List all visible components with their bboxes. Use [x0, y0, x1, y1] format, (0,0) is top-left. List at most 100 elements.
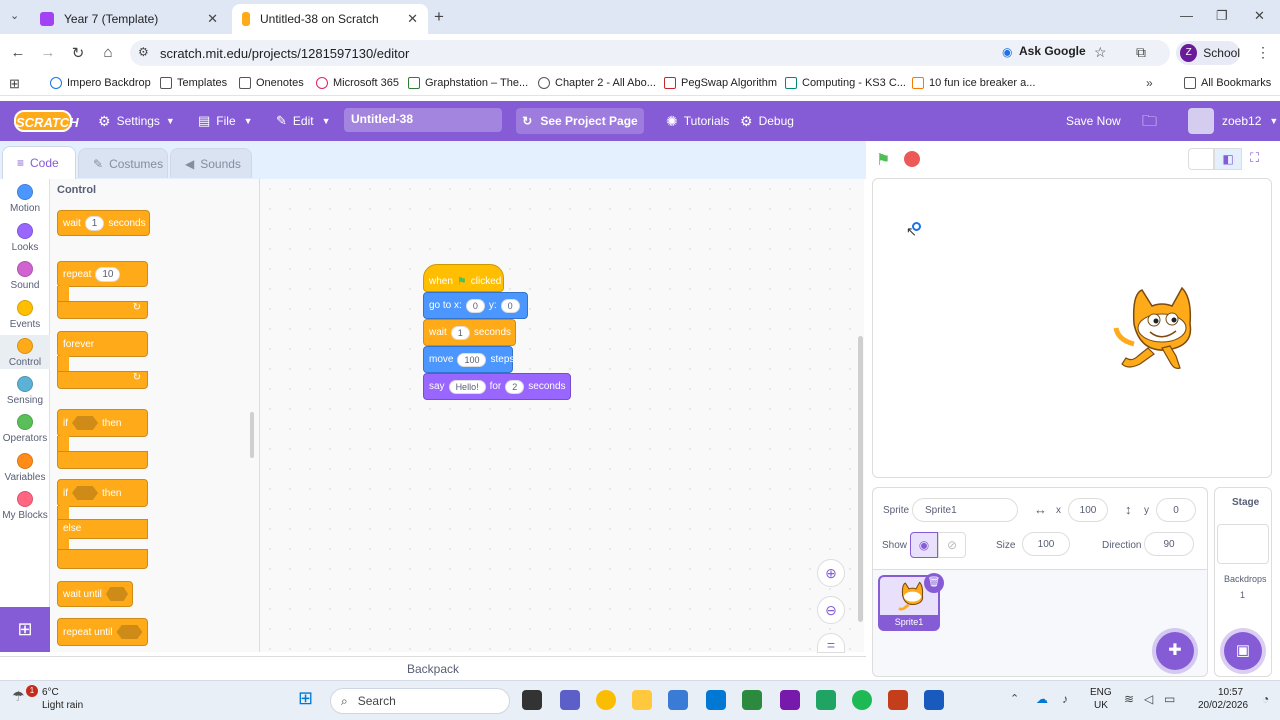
cloud-icon[interactable]: ☁ [1036, 692, 1048, 706]
project-title-input[interactable]: Untitled-38 [344, 108, 502, 132]
home-icon[interactable]: ⌂ [98, 44, 118, 61]
zoom-in-button[interactable]: ⊕ [817, 559, 845, 587]
category-sound[interactable]: Sound [0, 261, 50, 291]
steps-input[interactable]: 100 [457, 352, 487, 367]
chevron-up-icon[interactable]: ⌃ [1010, 692, 1019, 705]
scratch-cat-sprite[interactable] [1112, 284, 1198, 374]
windows-start-icon[interactable]: ⊞ [298, 688, 313, 709]
tab-costumes[interactable]: ✎ Costumes [78, 148, 168, 178]
category-sensing[interactable]: Sensing [0, 376, 50, 406]
seconds-input[interactable]: 2 [505, 379, 525, 394]
bookmark-item[interactable]: Onenotes [239, 77, 304, 89]
bookmark-item[interactable]: PegSwap Algorithm [664, 77, 777, 89]
back-icon[interactable]: ← [8, 44, 28, 61]
word-icon[interactable] [924, 690, 944, 710]
mic-icon[interactable]: ♪ [1062, 692, 1068, 706]
large-stage-icon[interactable]: ◧ [1214, 148, 1242, 170]
bookmark-item[interactable]: Graphstation – The... [408, 77, 528, 89]
tab-search-icon[interactable]: ⌄ [10, 9, 19, 22]
palette-if-else-block[interactable]: if then [57, 479, 148, 507]
wait-block[interactable]: wait 1 seconds [423, 319, 516, 346]
bell-icon[interactable]: ◔ [1262, 692, 1269, 706]
taskbar-search[interactable]: ⌕ Search [330, 688, 510, 714]
outlook-icon[interactable] [706, 690, 726, 710]
ask-google-button[interactable]: Ask Google [1019, 44, 1086, 58]
category-operators[interactable]: Operators [0, 414, 50, 444]
small-stage-icon[interactable] [1188, 148, 1214, 170]
address-bar[interactable]: ⚙ scratch.mit.edu/projects/1281597130/ed… [130, 40, 1170, 66]
when-flag-clicked-block[interactable]: when ⚑ clicked [423, 264, 504, 292]
tab-code[interactable]: ≡ Code [2, 146, 76, 179]
show-visible-button[interactable]: ◉ [910, 532, 938, 558]
category-events[interactable]: Events [0, 300, 50, 330]
palette-if-block[interactable]: if then [57, 409, 148, 437]
task-view-icon[interactable] [522, 690, 542, 710]
more-icon[interactable]: ⋮ [1256, 44, 1270, 61]
window-close-icon[interactable]: ✕ [1254, 8, 1265, 24]
palette-wait-until-block[interactable]: wait until [57, 581, 133, 607]
bookmark-item[interactable]: Chapter 2 - All Abo... [538, 77, 656, 89]
say-for-block[interactable]: say Hello! for 2 seconds [423, 373, 571, 400]
star-icon[interactable]: ☆ [1094, 44, 1107, 61]
settings-menu[interactable]: ⚙ Settings ▼ [98, 101, 175, 141]
forward-icon[interactable]: → [38, 44, 58, 61]
chevron-right-icon[interactable]: » [1146, 76, 1153, 90]
bookmark-item[interactable]: Computing - KS3 C... [785, 77, 906, 89]
x-input[interactable]: 100 [1068, 498, 1108, 522]
bookmark-item[interactable]: Templates [160, 77, 227, 89]
category-looks[interactable]: Looks [0, 223, 50, 253]
category-motion[interactable]: Motion [0, 184, 50, 214]
minimize-icon[interactable]: — [1180, 8, 1193, 23]
see-project-page-button[interactable]: ↻ See Project Page [516, 108, 644, 134]
reload-icon[interactable]: ↻ [68, 44, 88, 62]
tutorials-button[interactable]: ✺ Tutorials [666, 101, 729, 141]
edit-menu[interactable]: ✎ Edit ▼ [276, 101, 331, 141]
site-info-icon[interactable]: ⚙ [138, 45, 149, 59]
weather-widget[interactable]: ☂ 1 [12, 685, 38, 710]
size-input[interactable]: 100 [1022, 532, 1070, 556]
new-tab-icon[interactable]: + [434, 7, 444, 27]
backdrop-thumbnail[interactable] [1217, 524, 1269, 564]
extensions-icon[interactable]: ⧉ [1136, 44, 1146, 61]
edge-icon[interactable] [816, 690, 836, 710]
palette-repeat-until-block[interactable]: repeat until [57, 618, 148, 646]
tab-year7[interactable]: Year 7 (Template) ✕ [30, 4, 228, 34]
bookmark-item[interactable]: Impero Backdrop [50, 77, 151, 89]
zoom-out-button[interactable]: ⊖ [817, 596, 845, 624]
stage-canvas[interactable] [872, 178, 1272, 478]
green-flag-icon[interactable]: ⚑ [876, 150, 890, 170]
add-sprite-button[interactable]: ✚ [1156, 632, 1194, 670]
code-workspace[interactable] [260, 179, 864, 652]
sims-icon[interactable] [668, 690, 688, 710]
y-input[interactable]: 0 [500, 298, 520, 313]
tab-sounds[interactable]: ◀ Sounds [170, 148, 252, 178]
account-menu[interactable]: zoeb12 ▼ [1188, 101, 1278, 141]
chrome-icon[interactable] [596, 690, 616, 710]
add-extension-button[interactable]: ⊞ [0, 607, 50, 652]
category-variables[interactable]: Variables [0, 453, 50, 483]
move-steps-block[interactable]: move 100 steps [423, 346, 514, 373]
category-my-blocks[interactable]: My Blocks [0, 491, 50, 521]
volume-icon[interactable]: ◁ [1144, 692, 1153, 706]
wifi-icon[interactable]: ≋ [1124, 692, 1134, 706]
battery-icon[interactable]: ▭ [1164, 692, 1175, 706]
y-input[interactable]: 0 [1156, 498, 1196, 522]
sprite-name-input[interactable]: Sprite1 [912, 498, 1018, 522]
file-explorer-icon[interactable] [632, 690, 652, 710]
apps-icon[interactable]: ⊞ [9, 76, 20, 92]
bookmark-item[interactable]: Microsoft 365 [316, 77, 399, 89]
onenote-icon[interactable] [780, 690, 800, 710]
palette-repeat-block[interactable]: repeat 10 [57, 261, 148, 287]
all-bookmarks[interactable]: All Bookmarks [1184, 77, 1271, 89]
category-control[interactable]: Control [0, 335, 50, 369]
close-icon[interactable]: ✕ [407, 11, 418, 27]
delete-sprite-button[interactable]: 🗑 [924, 573, 944, 593]
app-icon[interactable] [742, 690, 762, 710]
bookmark-item[interactable]: 10 fun ice breaker a... [912, 77, 1035, 89]
add-backdrop-button[interactable]: ▣ [1224, 632, 1262, 670]
close-icon[interactable]: ✕ [207, 11, 218, 27]
powerpoint-icon[interactable] [888, 690, 908, 710]
show-hidden-button[interactable]: ⊘ [938, 532, 966, 558]
backpack-bar[interactable]: Backpack [0, 656, 866, 680]
scratch-logo[interactable]: SCRATCH [14, 110, 79, 132]
